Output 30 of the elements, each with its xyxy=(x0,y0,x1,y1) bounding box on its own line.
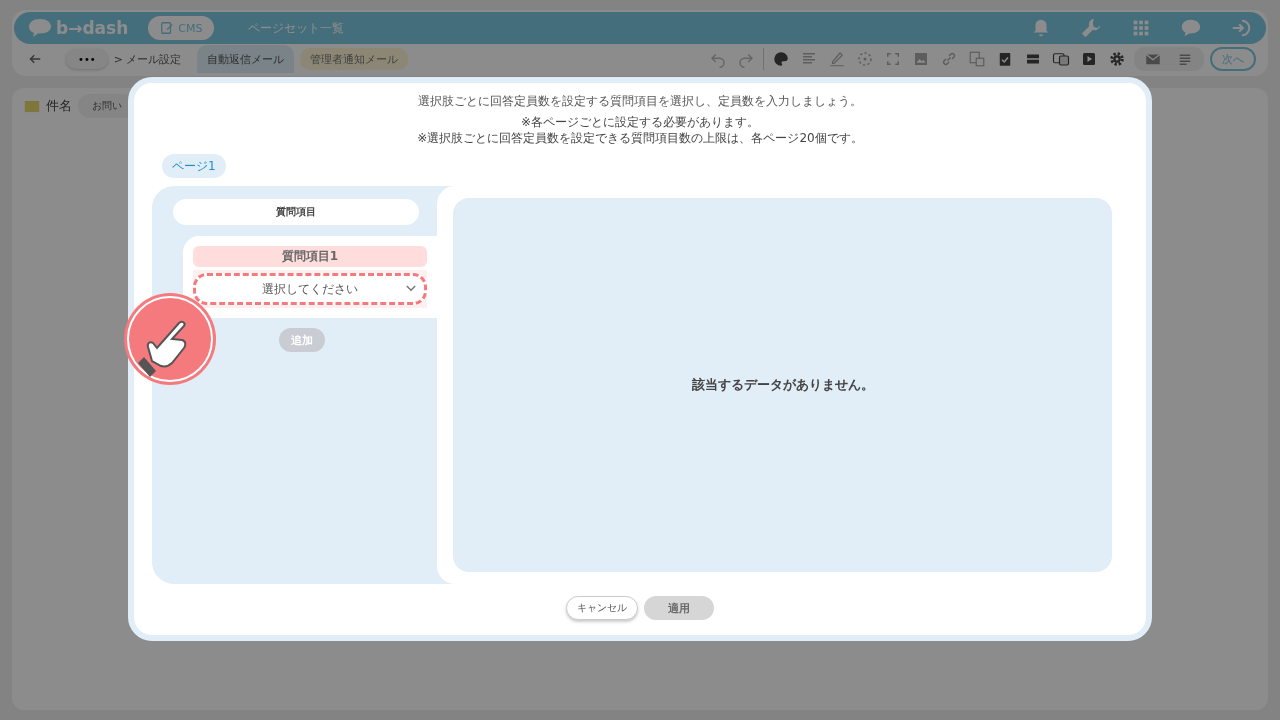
palette-icon[interactable] xyxy=(772,50,790,68)
note-text: ※選択肢ごとに回答定員数を設定できる質問項目数の上限は、各ページ20個です。 xyxy=(416,130,864,146)
page-tab[interactable]: ページ1 xyxy=(162,154,226,178)
layout-icon[interactable] xyxy=(1052,50,1070,68)
play-icon[interactable] xyxy=(1080,50,1098,68)
cancel-button[interactable]: キャンセル xyxy=(566,596,638,620)
logout-icon[interactable] xyxy=(1230,17,1252,39)
speech-bubble-icon xyxy=(28,18,52,38)
settings-icon[interactable] xyxy=(1108,50,1126,68)
subject-label: 件名 xyxy=(46,97,72,115)
dashed-circle-icon[interactable] xyxy=(856,50,874,68)
frame-icon[interactable] xyxy=(884,50,902,68)
empty-message: 該当するデータがありません。 xyxy=(691,376,874,394)
chat-icon[interactable] xyxy=(1180,17,1202,39)
chevron-down-icon xyxy=(406,285,416,292)
edit-icon xyxy=(160,21,175,35)
logo-text: b→dash xyxy=(56,18,129,38)
more-button[interactable]: ••• xyxy=(66,49,108,69)
image-icon[interactable] xyxy=(912,50,930,68)
mail-tab[interactable]: 自動返信メール xyxy=(197,45,295,73)
instruction-text: 選択肢ごとに回答定員数を設定する質問項目を選択し、定員数を入力しましょう。 xyxy=(417,93,863,110)
pen-icon[interactable] xyxy=(828,50,846,68)
mail-tab[interactable]: 管理者通知メール xyxy=(300,48,409,70)
wrench-icon[interactable] xyxy=(1080,17,1102,39)
breadcrumb: > メール設定 xyxy=(113,51,182,67)
link-icon[interactable] xyxy=(940,50,958,68)
column-header: 質問項目 xyxy=(173,199,419,225)
question-select[interactable]: 選択してください xyxy=(193,273,427,305)
note-text: ※各ページごとに設定する必要があります。 xyxy=(519,114,761,130)
question-title: 質問項目1 xyxy=(193,246,427,267)
